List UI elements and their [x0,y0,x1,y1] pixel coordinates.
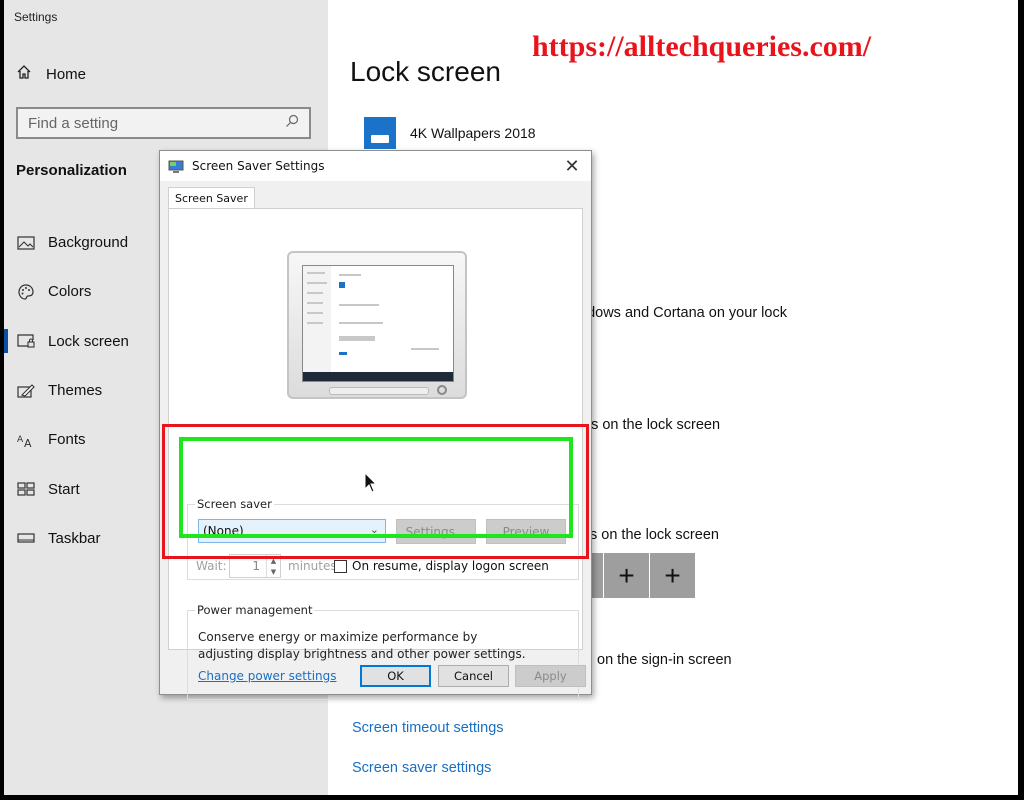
tab-screen-saver[interactable]: Screen Saver [168,187,255,209]
svg-text:A: A [17,435,24,445]
palette-icon [16,282,36,302]
brush-icon [16,381,36,401]
close-icon[interactable]: ✕ [561,155,583,177]
plus-icon: + [618,559,635,591]
nav-list: Background Colors Lock screen Themes A A… [16,218,129,563]
monitor-preview [287,251,467,399]
wait-value[interactable]: 1 [252,559,260,573]
apply-button[interactable]: Apply [515,665,586,687]
minutes-label: minutes [288,559,337,573]
dialog-titlebar[interactable]: Screen Saver Settings ✕ [160,151,591,181]
change-power-settings-link[interactable]: Change power settings [198,669,337,683]
stepper-down-icon[interactable]: ▼ [271,568,276,576]
screen-saver-link[interactable]: Screen saver settings [352,760,491,776]
preview-screen [302,265,454,382]
page-title: Lock screen [350,56,501,87]
screen-saver-dialog: Screen Saver Settings ✕ Screen Saver Scr… [159,150,592,700]
sidebar-item-label: Fonts [48,431,86,449]
power-description: Conserve energy or maximize performance … [198,630,526,661]
fonts-icon: AA [16,430,36,450]
find-setting-search[interactable] [16,107,311,139]
sidebar-item-label: Start [48,480,80,498]
search-icon[interactable] [285,114,299,133]
wait-label: Wait: [196,559,227,573]
home-icon [16,64,32,84]
screen-timeout-link[interactable]: Screen timeout settings [352,720,504,736]
sidebar-item-themes[interactable]: Themes [16,366,129,415]
sidebar-item-label: Taskbar [48,529,101,547]
start-tiles-icon [16,479,36,499]
dialog-title: Screen Saver Settings [192,159,325,173]
screen-saver-app-icon [168,159,184,173]
cancel-button[interactable]: Cancel [438,665,509,687]
nav-home[interactable]: Home [16,64,86,84]
app-title: Settings [14,10,58,24]
sidebar-item-background[interactable]: Background [16,218,129,267]
add-quick-status-button-2[interactable]: + [604,553,649,598]
add-quick-status-button-3[interactable]: + [650,553,695,598]
sidebar-item-label: Background [48,234,129,252]
taskbar-icon [16,528,36,548]
lock-screen-icon [16,331,36,351]
power-management-label: Power management [195,603,315,617]
picture-icon [16,233,36,253]
lock-screen-app-item[interactable]: 4K Wallpapers 2018 [364,117,536,149]
plus-icon: + [664,559,681,591]
detailed-status-text: tus on the lock screen [579,417,721,433]
sidebar-item-label: Colors [48,283,92,301]
ok-button[interactable]: OK [360,665,431,687]
watermark-url: https://alltechqueries.com/ [532,30,872,63]
svg-text:A: A [24,437,32,448]
sidebar-item-lock-screen[interactable]: Lock screen [16,317,129,366]
nav-home-label: Home [46,65,87,83]
quick-status-text: s on the lock screen [590,527,719,543]
app-item-label: 4K Wallpapers 2018 [410,125,536,141]
sidebar-item-fonts[interactable]: AA Fonts [16,415,129,464]
app-tile-icon [364,117,396,149]
search-input[interactable] [28,114,268,132]
sidebar-item-label: Lock screen [48,332,129,350]
sidebar-item-start[interactable]: Start [16,464,129,513]
sidebar-item-label: Themes [48,382,103,400]
cortana-lock-text: ndows and Cortana on your lock [579,305,787,321]
sidebar-item-colors[interactable]: Colors [16,267,129,316]
mouse-cursor-icon [364,472,378,493]
sidebar-item-taskbar[interactable]: Taskbar [16,514,129,563]
resume-logon-label[interactable]: On resume, display logon screen [352,559,549,573]
screenshot-frame: Settings Home Personalization Background [4,0,1018,795]
sign-in-background-text: on the sign-in screen [597,652,732,668]
resume-logon-checkbox[interactable] [334,560,347,573]
section-title: Personalization [16,162,127,179]
